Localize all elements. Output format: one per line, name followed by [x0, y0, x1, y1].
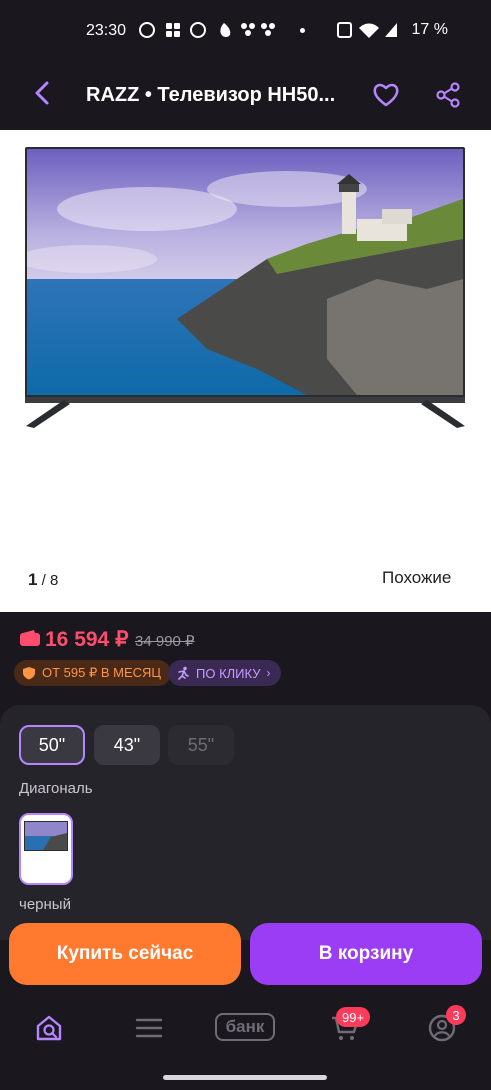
system-icons: 17 %	[337, 20, 448, 40]
tv-stand-left	[26, 400, 70, 428]
bank-icon[interactable]: банк	[215, 1013, 275, 1041]
favorite-heart-icon[interactable]	[372, 82, 400, 108]
old-price: 34 990 ₽	[135, 633, 195, 650]
wallet-icon	[20, 630, 40, 646]
size-caption: Диагональ	[19, 780, 93, 797]
chevron-right-icon: ›	[266, 666, 271, 680]
product-title: RAZZ • Телевизор HH50...	[86, 84, 336, 106]
profile-badge: 3	[446, 1005, 466, 1025]
tv-bezel	[25, 397, 465, 403]
notification-icons-svg	[139, 22, 275, 38]
back-arrow-icon[interactable]	[30, 78, 54, 108]
size-option-50[interactable]: 50"	[19, 725, 85, 765]
status-bar: 23:30 17 %	[0, 0, 491, 60]
home-indicator[interactable]	[163, 1075, 327, 1080]
menu-icon[interactable]	[134, 1013, 164, 1043]
bottom-nav: банк 99+ 3	[0, 995, 491, 1090]
size-option-43[interactable]: 43"	[94, 725, 160, 765]
color-caption: черный	[19, 896, 71, 913]
one-click-label: ПО КЛИКУ	[196, 665, 261, 681]
one-click-badge[interactable]: ПО КЛИКУ ›	[168, 660, 281, 686]
color-thumb-image	[21, 815, 71, 883]
share-icon[interactable]	[435, 82, 461, 108]
image-counter: 1 / 8	[28, 570, 58, 590]
battery-text: 17 %	[411, 21, 448, 39]
home-icon[interactable]	[34, 1013, 64, 1043]
image-counter-total: / 8	[41, 572, 59, 589]
installment-label: ОТ 595 ₽ В МЕСЯЦ	[42, 665, 162, 680]
similar-link[interactable]: Похожие	[382, 568, 451, 588]
size-option-55[interactable]: 55"	[168, 725, 234, 765]
tv-stand-right	[421, 400, 465, 428]
more-dot-icon	[300, 28, 305, 33]
add-to-cart-button[interactable]: В корзину	[250, 923, 482, 985]
product-gallery[interactable]: 1 / 8 Похожие	[0, 130, 491, 612]
color-option-black[interactable]	[19, 813, 73, 885]
cart-badge: 99+	[336, 1007, 371, 1027]
image-counter-current: 1	[28, 570, 38, 589]
product-image[interactable]	[25, 147, 465, 399]
installment-shield-icon	[23, 667, 35, 680]
buy-now-button[interactable]: Купить сейчас	[9, 923, 241, 985]
options-card: 50" 43" 55" Диагональ черный	[0, 705, 491, 940]
status-time: 23:30	[86, 22, 127, 39]
current-price: 16 594 ₽	[45, 628, 129, 651]
top-bar: RAZZ • Телевизор HH50...	[0, 60, 491, 130]
price-section: 16 594 ₽ 34 990 ₽ ОТ 595 ₽ В МЕСЯЦ ПО КЛ…	[0, 612, 491, 706]
installment-badge[interactable]: ОТ 595 ₽ В МЕСЯЦ	[14, 660, 172, 686]
notification-icons	[138, 20, 278, 45]
bank-label: банк	[225, 1017, 265, 1036]
one-click-run-icon	[178, 666, 189, 680]
tv-screen-image	[27, 149, 463, 395]
